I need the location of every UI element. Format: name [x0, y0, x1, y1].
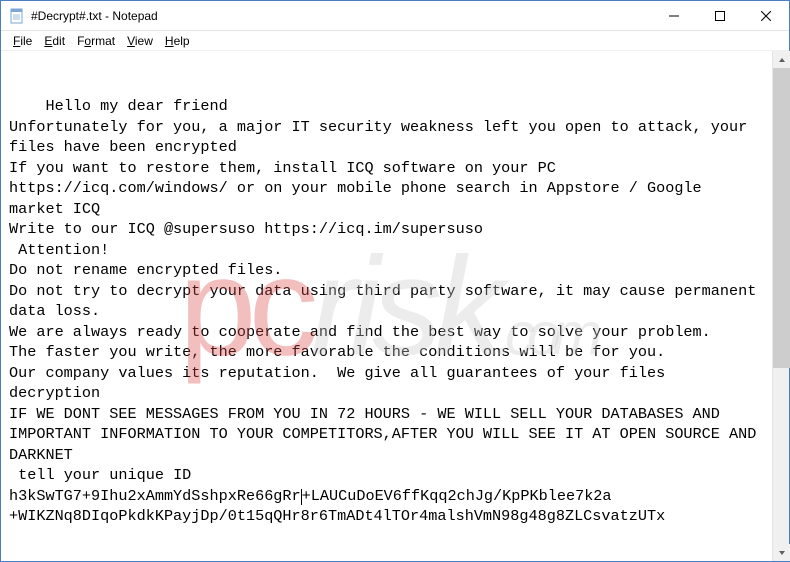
- text-line: Do not rename encrypted files.: [9, 261, 282, 279]
- scroll-thumb[interactable]: [773, 68, 790, 368]
- text-line: Attention!: [9, 241, 109, 259]
- vertical-scrollbar[interactable]: [772, 51, 789, 561]
- menu-view[interactable]: View: [121, 32, 159, 50]
- scroll-down-button[interactable]: [773, 544, 790, 561]
- menubar: File Edit Format View Help: [1, 31, 789, 51]
- text-line: We are always ready to cooperate and fin…: [9, 323, 711, 341]
- menu-help[interactable]: Help: [159, 32, 196, 50]
- text-line: If you want to restore them, install ICQ…: [9, 159, 711, 218]
- titlebar: #Decrypt#.txt - Notepad: [1, 1, 789, 31]
- scroll-up-button[interactable]: [773, 51, 790, 68]
- text-line: +LAUCuDoEV6ffKqq2chJg/KpPKblee7k2a: [302, 487, 612, 505]
- text-line: h3kSwTG7+9Ihu2xAmmYdSshpxRe66gRr: [9, 487, 301, 505]
- text-line: Hello my dear friend: [45, 97, 227, 115]
- window-title: #Decrypt#.txt - Notepad: [31, 9, 158, 23]
- text-line: Write to our ICQ @supersuso https://icq.…: [9, 220, 483, 238]
- text-line: Do not try to decrypt your data using th…: [9, 282, 765, 321]
- text-line: The faster you write, the more favorable…: [9, 343, 665, 361]
- text-line: Our company values its reputation. We gi…: [9, 364, 674, 403]
- menu-file[interactable]: File: [7, 32, 38, 50]
- text-line: tell your unique ID: [9, 466, 191, 484]
- maximize-button[interactable]: [697, 1, 743, 31]
- menu-edit[interactable]: Edit: [38, 32, 71, 50]
- text-line: +WIKZNq8DIqoPkdkKPayjDp/0t15qQHr8r6TmADt…: [9, 507, 665, 525]
- text-area[interactable]: pcrisk.com Hello my dear friend Unfortun…: [1, 51, 772, 561]
- close-button[interactable]: [743, 1, 789, 31]
- minimize-button[interactable]: [651, 1, 697, 31]
- text-line: IF WE DONT SEE MESSAGES FROM YOU IN 72 H…: [9, 405, 765, 464]
- menu-format[interactable]: Format: [71, 32, 121, 50]
- text-line: Unfortunately for you, a major IT securi…: [9, 118, 756, 157]
- notepad-icon: [9, 8, 25, 24]
